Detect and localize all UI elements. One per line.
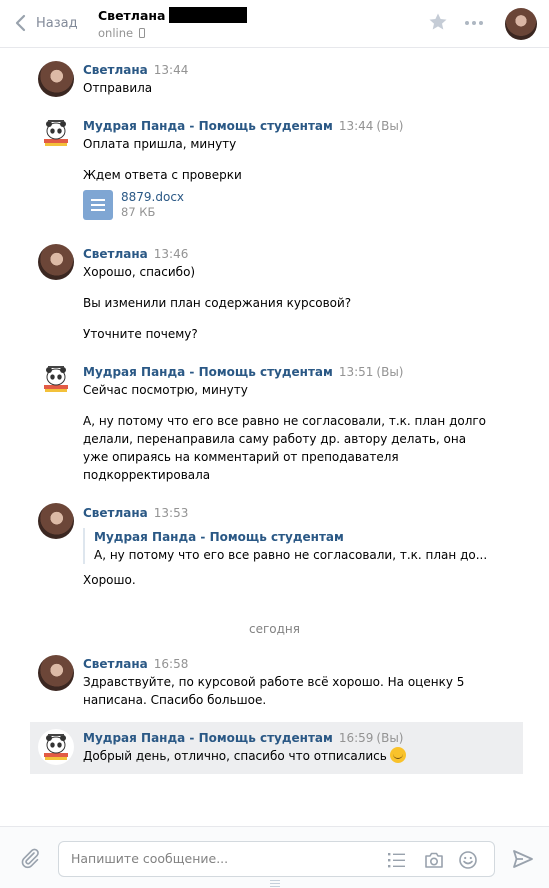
message-meta: Светлана 13:53 — [83, 506, 188, 520]
send-icon[interactable] — [512, 848, 534, 870]
quote-text: А, ну потому что его все равно не соглас… — [94, 548, 488, 562]
document-icon — [83, 189, 113, 220]
back-button[interactable]: Назад — [14, 12, 78, 34]
message-text: подкорректировала — [83, 468, 211, 482]
peer-avatar[interactable] — [505, 8, 537, 40]
document-attachment[interactable]: 8879.docx 87 КБ — [83, 189, 184, 220]
smile-icon[interactable] — [458, 851, 478, 869]
chevron-left-icon — [15, 14, 26, 32]
resize-handle-icon[interactable] — [270, 880, 280, 887]
more-icon[interactable] — [465, 21, 483, 25]
message-text: Ждем ответа с проверки — [83, 168, 242, 182]
message-input-box[interactable] — [58, 841, 495, 877]
list-icon[interactable] — [387, 851, 407, 869]
message-meta: Светлана 13:44 — [83, 63, 188, 77]
message-input[interactable] — [71, 851, 371, 866]
message-time: 16:58 — [153, 657, 189, 671]
message-text: Добрый день, отлично, спасибо что отписа… — [83, 749, 387, 763]
avatar[interactable] — [38, 503, 74, 539]
peer-status-text: online — [98, 26, 134, 40]
message-text: Хорошо, спасибо) — [83, 265, 196, 279]
message-meta: Светлана 13:46 — [83, 247, 188, 261]
message-time: 13:46 — [153, 247, 189, 261]
message-text: написана. Спасибо большое. — [83, 693, 267, 707]
document-size: 87 КБ — [121, 205, 156, 219]
message-text: уже опираясь на комментарий от преподава… — [83, 450, 399, 464]
message-author[interactable]: Светлана — [83, 63, 148, 77]
document-name[interactable]: 8879.docx — [121, 189, 184, 205]
message-meta: Светлана 16:58 — [83, 657, 188, 671]
chat-header: Назад Светлана online — [0, 0, 549, 48]
message-text: А, ну потому что его все равно не соглас… — [83, 414, 487, 428]
message-text: Отправила — [83, 81, 153, 95]
star-icon[interactable] — [428, 12, 448, 32]
message-author[interactable]: Мудрая Панда - Помощь студентам — [83, 119, 333, 133]
avatar[interactable] — [38, 655, 74, 691]
message-time: 13:53 — [153, 506, 189, 520]
date-separator: сегодня — [249, 622, 300, 636]
message-author[interactable]: Мудрая Панда - Помощь студентам — [83, 365, 333, 379]
you-label: (Вы) — [376, 119, 404, 133]
message-text: Хорошо. — [83, 573, 136, 587]
peer-status: online — [98, 26, 146, 40]
avatar[interactable] — [38, 61, 74, 97]
reply-quote[interactable]: Мудрая Панда - Помощь студентам А, ну по… — [83, 528, 487, 564]
avatar[interactable] — [38, 361, 74, 397]
message-text: Здравствуйте, по курсовой работе всё хор… — [83, 675, 465, 689]
redacted-surname — [169, 7, 248, 23]
phone-icon — [139, 28, 146, 38]
message-time: 13:44 — [338, 119, 374, 133]
message-text: Оплата пришла, минуту — [83, 137, 237, 151]
back-label: Назад — [36, 15, 78, 31]
peer-name[interactable]: Светлана — [98, 7, 248, 23]
panda-icon — [44, 734, 68, 760]
message-text: Сейчас посмотрю, минуту — [83, 383, 248, 397]
message-author[interactable]: Светлана — [83, 506, 148, 520]
message-author[interactable]: Мудрая Панда - Помощь студентам — [83, 731, 333, 745]
message-meta: Мудрая Панда - Помощь студентам 16:59 (Вы) — [83, 731, 404, 745]
avatar[interactable] — [38, 244, 74, 280]
message-composer — [0, 826, 549, 888]
message-text: Уточните почему? — [83, 327, 198, 341]
message-time: 16:59 — [338, 731, 374, 745]
you-label: (Вы) — [376, 731, 404, 745]
message-author[interactable]: Светлана — [83, 247, 148, 261]
message-time: 13:44 — [153, 63, 189, 77]
avatar[interactable] — [38, 115, 74, 151]
message-text: делали, перенаправила саму работу др. ав… — [83, 432, 467, 446]
avatar[interactable] — [38, 729, 74, 765]
you-label: (Вы) — [376, 365, 404, 379]
peer-name-text: Светлана — [98, 7, 166, 23]
message-text-row: Добрый день, отлично, спасибо что отписа… — [83, 747, 406, 765]
camera-icon[interactable] — [424, 851, 444, 869]
paperclip-icon[interactable] — [19, 847, 41, 869]
smile-emoji-icon — [389, 747, 406, 763]
panda-icon — [44, 120, 68, 146]
panda-icon — [44, 366, 68, 392]
quote-author: Мудрая Панда - Помощь студентам — [94, 530, 344, 544]
message-meta: Мудрая Панда - Помощь студентам 13:44 (Вы) — [83, 119, 404, 133]
message-text: Вы изменили план содержания курсовой? — [83, 296, 352, 310]
message-author[interactable]: Светлана — [83, 657, 148, 671]
message-time: 13:51 — [338, 365, 374, 379]
message-meta: Мудрая Панда - Помощь студентам 13:51 (Вы) — [83, 365, 404, 379]
